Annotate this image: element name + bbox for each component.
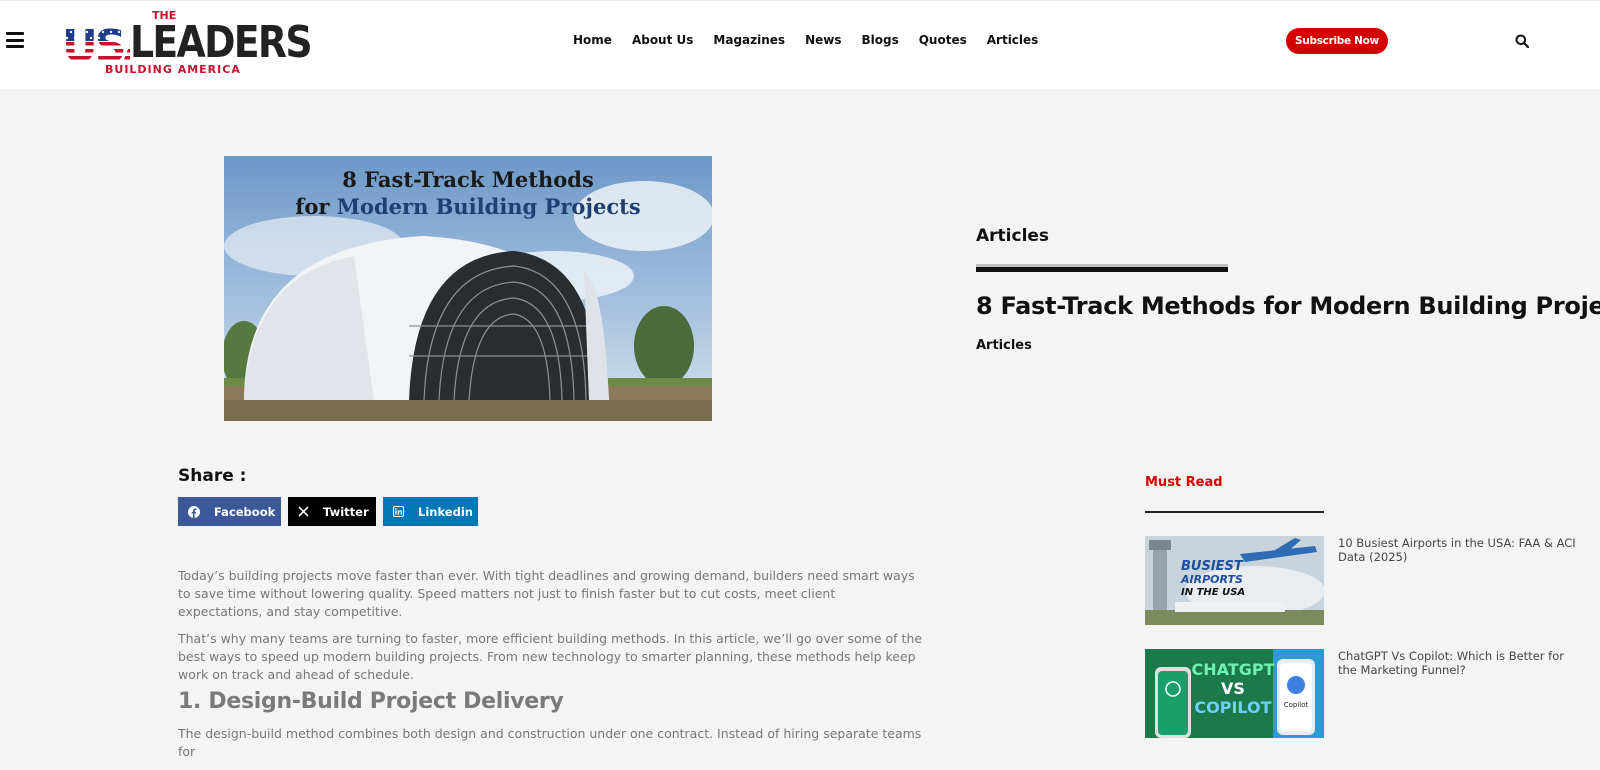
share-twitter-button[interactable]: Twitter: [288, 497, 376, 526]
share-linkedin-button[interactable]: Linkedin: [383, 497, 478, 526]
must-read-title: Must Read: [1145, 475, 1223, 490]
article-category-heading: Articles: [976, 226, 1050, 246]
must-read-thumbnail[interactable]: BUSIEST AIRPORTS IN THE USA: [1145, 536, 1324, 625]
hero-title-line1: 8 Fast-Track Methods: [342, 167, 594, 192]
featured-image: 8 Fast-Track Methods for Modern Building…: [224, 156, 712, 421]
hero-title-prefix: for: [295, 194, 337, 219]
nav-home[interactable]: Home: [573, 33, 612, 47]
body-paragraph-2: That’s why many teams are turning to fas…: [178, 631, 923, 682]
hamburger-menu-icon[interactable]: [6, 32, 24, 48]
body-paragraph-3: The design-build method combines both de…: [178, 726, 922, 759]
logo-leaders: LEADERS: [130, 17, 313, 68]
share-facebook-button[interactable]: Facebook: [178, 497, 281, 526]
x-icon: [298, 506, 309, 518]
must-read-thumbnail[interactable]: CHATGPT VS COPILOT Copilot: [1145, 649, 1324, 738]
thumb-copilot: COPILOT: [1194, 698, 1271, 717]
nav-quotes[interactable]: Quotes: [919, 33, 967, 47]
hero-title-highlight: Modern Building Projects: [336, 194, 641, 219]
share-title: Share :: [178, 466, 247, 486]
thumb-vs: VS: [1221, 679, 1245, 698]
article-title: 8 Fast-Track Methods for Modern Building…: [976, 292, 1600, 320]
thumb-in-the-usa: IN THE USA: [1181, 587, 1245, 598]
thumb-chatgpt: CHATGPT: [1192, 660, 1275, 679]
body-paragraph-1: Today’s building projects move faster th…: [178, 568, 915, 619]
site-header: THE USA: [0, 0, 1600, 89]
site-logo[interactable]: THE USA: [60, 9, 313, 77]
nav-blogs[interactable]: Blogs: [861, 33, 898, 47]
share-facebook-label: Facebook: [214, 504, 276, 519]
main-nav: Home About Us Magazines News Blogs Quote…: [573, 33, 1058, 47]
article-header: Articles 8 Fast-Track Methods for Modern…: [976, 226, 1600, 353]
must-read-item-title[interactable]: 10 Busiest Airports in the USA: FAA & AC…: [1338, 536, 1583, 564]
article-category-link[interactable]: Articles: [976, 338, 1600, 353]
linkedin-icon: [393, 506, 404, 518]
logo-tagline: BUILDING AMERICA: [105, 63, 241, 76]
search-icon[interactable]: [1515, 34, 1530, 49]
nav-magazines[interactable]: Magazines: [713, 33, 785, 47]
must-read-divider: [1145, 511, 1324, 513]
hero-title: 8 Fast-Track Methods for Modern Building…: [224, 166, 712, 220]
share-twitter-label: Twitter: [323, 504, 369, 519]
section-heading-1: 1. Design-Build Project Delivery: [178, 689, 564, 714]
thumb-airports: AIRPORTS: [1180, 573, 1243, 586]
logo-usa-flag-letters: USA: [62, 21, 130, 67]
nav-articles[interactable]: Articles: [987, 33, 1039, 47]
nav-about-us[interactable]: About Us: [632, 33, 693, 47]
share-linkedin-label: Linkedin: [418, 504, 473, 519]
share-buttons: Facebook Twitter Linkedin: [178, 497, 485, 526]
must-read-item-title[interactable]: ChatGPT Vs Copilot: Which is Better for …: [1338, 649, 1583, 677]
article-body: Today’s building projects move faster th…: [178, 567, 923, 770]
facebook-icon: [188, 505, 200, 518]
nav-news[interactable]: News: [805, 33, 841, 47]
thumb-copilot-small: Copilot: [1284, 701, 1309, 709]
category-underline-bar: [976, 264, 1228, 272]
thumb-busiest: BUSIEST: [1181, 559, 1244, 574]
subscribe-button[interactable]: Subscribe Now: [1286, 28, 1388, 54]
